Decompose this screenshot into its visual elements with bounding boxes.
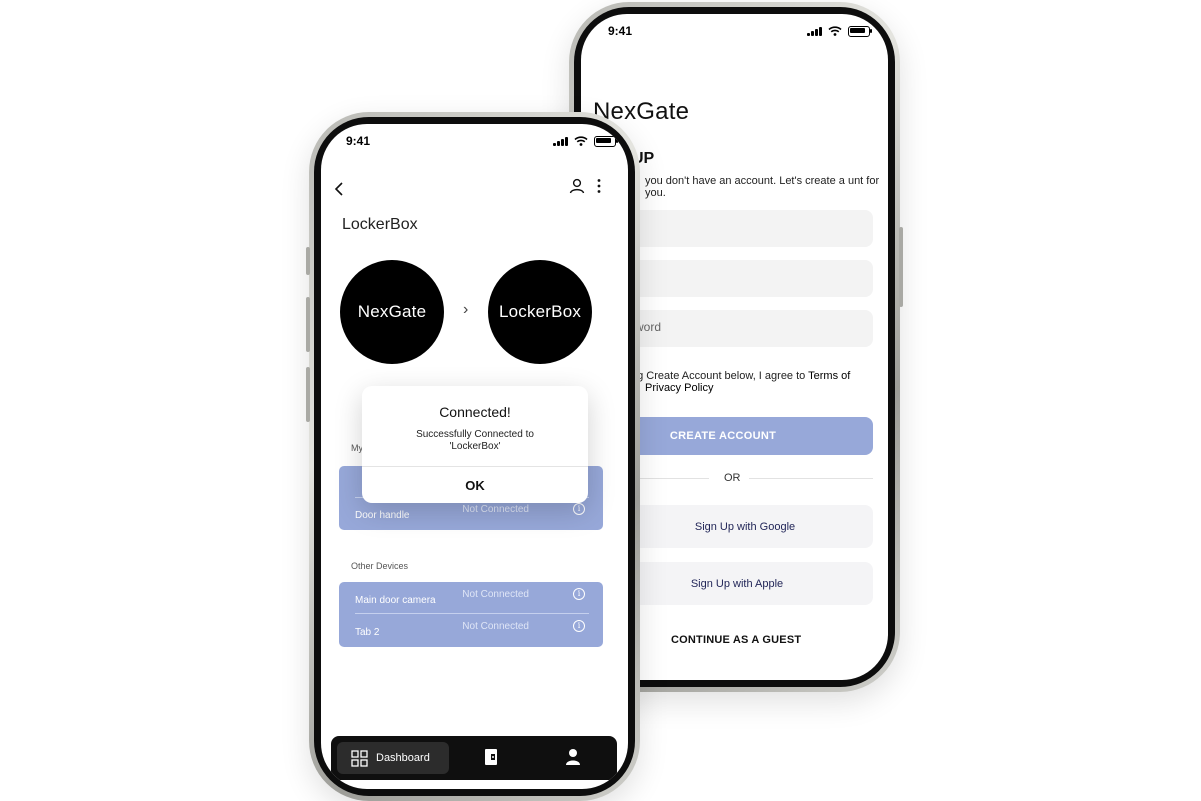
lockerbox-logo-text: LockerBox [498,302,582,321]
terms-text: ng Create Account below, I agree to Term… [631,370,888,394]
card-divider [355,613,589,614]
wifi-icon [574,136,588,146]
wifi-icon [828,26,842,36]
terms-prefix: ng Create Account below, I agree to [631,370,806,382]
or-divider-left [633,478,709,479]
side-button [306,297,310,352]
status-bar: 9:41 [581,14,888,50]
dialog-message: Successfully Connected to 'LockerBox' [416,429,534,452]
other-devices-card: Main door camera Not Connected i Tab 2 N… [339,582,603,647]
or-divider-right [749,478,873,479]
device-status: Not Connected [462,589,529,600]
signal-icon [807,26,822,36]
device-row[interactable]: Main door camera Not Connected i [355,585,589,615]
lockerbox-logo: LockerBox [488,260,592,364]
status-time: 9:41 [608,24,633,38]
dashboard-phone: 9:41 LockerBox NexGate › LockerBox My Do… [306,112,640,801]
bottom-nav: Dashboard [331,736,617,780]
side-button [306,367,310,422]
connected-dialog: Connected! Successfully Connected to 'Lo… [362,386,588,503]
info-icon[interactable]: i [573,620,585,632]
status-bar: 9:41 [321,124,628,160]
door-lock-icon[interactable] [484,748,498,766]
other-devices-label: Other Devices [351,561,409,571]
status-icons [807,25,872,37]
device-row[interactable]: Door handle Not Connected i [355,500,589,530]
privacy-link[interactable]: Privacy Policy [645,382,713,394]
person-icon[interactable] [565,748,581,766]
nav-dashboard-label: Dashboard [376,752,430,764]
info-icon[interactable]: i [573,503,585,515]
device-row[interactable]: Tab 2 Not Connected i [355,617,589,647]
page-title: LockerBox [342,216,418,233]
battery-icon [594,135,618,147]
guest-button[interactable]: CONTINUE AS A GUEST [671,634,801,646]
signal-icon [553,136,568,146]
terms-link[interactable]: Terms of [808,370,850,382]
grid-icon [351,749,368,767]
nav-dashboard-tab[interactable]: Dashboard [337,742,449,774]
status-icons [553,135,618,147]
connect-arrow-icon: › [463,301,469,318]
dialog-ok-button[interactable]: OK [362,467,588,503]
device-status: Not Connected [462,621,529,632]
dialog-title: Connected! [439,404,511,420]
device-status: Not Connected [462,504,529,515]
info-icon[interactable]: i [573,588,585,600]
status-time: 9:41 [346,134,371,148]
nexgate-logo-text: NexGate [357,302,427,321]
user-icon[interactable] [569,178,585,194]
more-vertical-icon[interactable] [597,178,601,194]
or-label: OR [724,472,741,484]
nexgate-logo: NexGate [340,260,444,364]
side-button [306,247,310,275]
side-button [899,227,903,307]
signup-description: you don't have an account. Let's create … [645,175,880,199]
battery-icon [848,25,872,37]
back-chevron-icon[interactable] [334,182,344,196]
dashboard-screen: 9:41 LockerBox NexGate › LockerBox My Do… [321,124,628,789]
device-name: Main door camera [355,595,436,606]
device-name: Door handle [355,510,410,521]
device-name: Tab 2 [355,627,380,638]
